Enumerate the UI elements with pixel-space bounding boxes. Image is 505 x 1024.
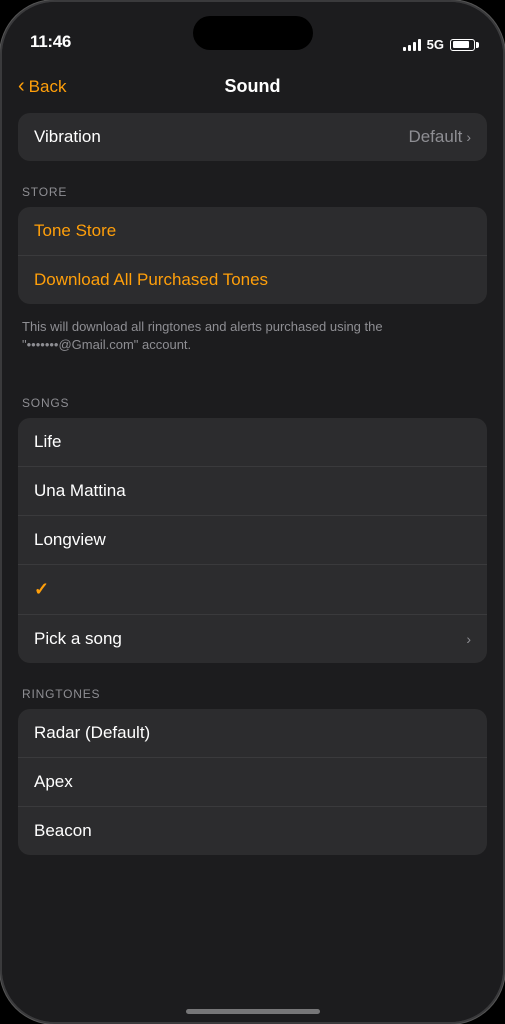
vibration-value-text: Default [408, 127, 462, 147]
network-type-label: 5G [427, 37, 444, 52]
back-button[interactable]: ‹ Back [18, 77, 66, 97]
signal-bars-icon [403, 39, 421, 51]
signal-bar-2 [408, 45, 411, 51]
home-indicator [186, 1009, 320, 1014]
pick-song-chevron-icon: › [466, 631, 471, 647]
download-all-label: Download All Purchased Tones [34, 270, 268, 290]
tone-store-label: Tone Store [34, 221, 116, 241]
signal-bar-4 [418, 39, 421, 51]
vibration-value: Default › [408, 127, 471, 147]
song-item-una-mattina[interactable]: Una Mattina [18, 467, 487, 516]
song-item-life[interactable]: Life [18, 418, 487, 467]
back-chevron-icon: ‹ [18, 76, 25, 96]
checkmark-icon: ✓ [34, 579, 54, 600]
songs-group-card: Life Una Mattina Longview ✓ Pick a song [18, 418, 487, 663]
ringtones-section: RINGTONES Radar (Default) Apex Beacon [18, 687, 487, 855]
store-note: This will download all ringtones and ale… [18, 312, 487, 372]
download-all-row[interactable]: Download All Purchased Tones [18, 256, 487, 304]
song-item-longview[interactable]: Longview [18, 516, 487, 565]
battery-icon [450, 39, 475, 51]
page-title: Sound [225, 76, 281, 97]
store-section: STORE Tone Store Download All Purchased … [18, 185, 487, 372]
signal-bar-1 [403, 47, 406, 51]
store-group-card: Tone Store Download All Purchased Tones [18, 207, 487, 304]
ringtone-apex-label: Apex [34, 772, 73, 792]
ringtone-beacon-label: Beacon [34, 821, 92, 841]
song-una-mattina-label: Una Mattina [34, 481, 126, 501]
phone-frame: 11:46 5G ‹ Back Sound [0, 0, 505, 1024]
songs-section: SONGS Life Una Mattina Longview ✓ [18, 396, 487, 663]
dynamic-island [193, 16, 313, 50]
songs-section-header: SONGS [18, 396, 487, 410]
ringtone-radar-row[interactable]: Radar (Default) [18, 709, 487, 758]
vibration-chevron-icon: › [466, 129, 471, 145]
status-icons: 5G [403, 37, 475, 52]
pick-song-label: Pick a song [34, 629, 122, 649]
ringtones-group-card: Radar (Default) Apex Beacon [18, 709, 487, 855]
store-section-header: STORE [18, 185, 487, 199]
status-time: 11:46 [30, 32, 71, 52]
battery-fill [453, 41, 469, 48]
navigation-bar: ‹ Back Sound [2, 60, 503, 113]
song-life-label: Life [34, 432, 61, 452]
ringtones-section-header: RINGTONES [18, 687, 487, 701]
vibration-label: Vibration [34, 127, 101, 147]
signal-bar-3 [413, 42, 416, 51]
tone-store-row[interactable]: Tone Store [18, 207, 487, 256]
back-label: Back [29, 77, 67, 97]
content-area: ‹ Back Sound Vibration Default › STORE T [2, 60, 503, 1022]
ringtone-radar-label: Radar (Default) [34, 723, 150, 743]
ringtone-beacon-row[interactable]: Beacon [18, 807, 487, 855]
settings-scroll-area[interactable]: Vibration Default › STORE Tone Store Dow… [2, 113, 503, 1005]
vibration-row[interactable]: Vibration Default › [18, 113, 487, 161]
pick-song-row[interactable]: Pick a song › [18, 615, 487, 663]
song-longview-label: Longview [34, 530, 106, 550]
checkmark-row: ✓ [18, 565, 487, 615]
ringtone-apex-row[interactable]: Apex [18, 758, 487, 807]
